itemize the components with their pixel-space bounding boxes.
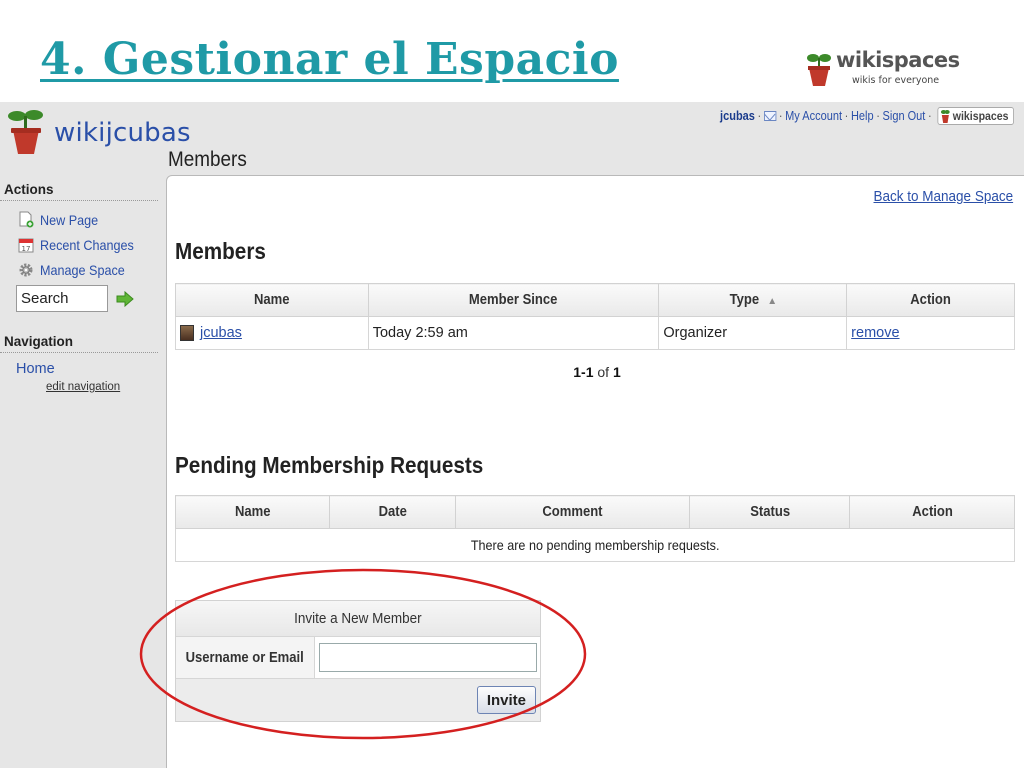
edit-navigation-link[interactable]: edit navigation <box>46 381 160 393</box>
member-name-cell: jcubas <box>175 316 369 350</box>
back-to-manage-space-link[interactable]: Back to Manage Space <box>873 188 1013 205</box>
actions-heading: Actions <box>0 182 158 201</box>
badge-label: wikispaces <box>952 109 1009 123</box>
sign-out-link[interactable]: Sign Out <box>883 109 926 123</box>
table-row: There are no pending membership requests… <box>175 528 1015 562</box>
sidebar-item-manage-space[interactable]: Manage Space <box>18 257 160 282</box>
column-header-name[interactable]: Name <box>175 283 369 317</box>
member-since-cell: Today 2:59 am <box>367 316 660 350</box>
wikispaces-badge[interactable]: wikispaces <box>937 107 1014 125</box>
sort-ascending-icon: ▲ <box>767 296 778 307</box>
plant-pot-icon <box>941 110 951 123</box>
member-name-link[interactable]: jcubas <box>200 325 242 341</box>
sidebar-item-label: Manage Space <box>40 261 125 278</box>
sidebar-search <box>16 285 160 312</box>
logo-name: wikispaces <box>836 48 960 72</box>
username-email-input[interactable] <box>319 643 537 672</box>
username-email-label: Username or Email <box>176 637 315 678</box>
sidebar-item-new-page[interactable]: New Page <box>18 207 160 232</box>
separator: · <box>876 109 881 123</box>
column-header-action[interactable]: Action <box>849 495 1015 529</box>
column-header-action[interactable]: Action <box>846 283 1015 317</box>
logo-tagline: wikis for everyone <box>852 75 940 86</box>
invite-button[interactable]: Invite <box>476 686 536 714</box>
main-panel: Back to Manage Space Members Name Member… <box>166 175 1024 768</box>
column-header-member-since[interactable]: Member Since <box>367 283 660 317</box>
username-link[interactable]: jcubas <box>720 109 755 123</box>
member-type-cell: Organizer <box>658 316 848 350</box>
column-header-date[interactable]: Date <box>328 495 456 529</box>
wiki-screenshot: wikijcubas jcubas · · My Account · Help … <box>0 102 1024 768</box>
member-action-cell: remove <box>846 316 1015 350</box>
new-page-icon <box>19 211 34 228</box>
pager-of: of <box>597 364 610 380</box>
separator: · <box>844 109 849 123</box>
go-arrow-icon[interactable] <box>116 290 134 307</box>
separator: · <box>778 109 783 123</box>
slide-title: 4. Gestionar el Espacio <box>40 34 619 85</box>
sidebar-item-label: New Page <box>40 211 99 228</box>
mail-icon[interactable] <box>764 111 777 121</box>
svg-text:17: 17 <box>22 245 31 253</box>
pagination-summary: 1-1 of 1 <box>167 364 1024 380</box>
members-title: Members <box>175 238 266 264</box>
pager-total: 1 <box>612 364 621 380</box>
sidebar: Actions New Page 17 Recent Changes Manag… <box>0 182 160 393</box>
calendar-icon: 17 <box>18 238 34 253</box>
site-name[interactable]: wikijcubas <box>54 118 191 148</box>
column-header-comment[interactable]: Comment <box>454 495 691 529</box>
nav-home-link[interactable]: Home <box>16 361 160 377</box>
separator: · <box>757 109 762 123</box>
avatar <box>180 325 194 342</box>
sidebar-item-label: Recent Changes <box>40 236 134 253</box>
wikispaces-logo: wikispaces wikis for everyone <box>806 48 966 92</box>
pending-requests-table: Name Date Comment Status Action There ar… <box>175 495 1015 562</box>
column-header-type[interactable]: Type ▲ <box>658 283 848 317</box>
my-account-link[interactable]: My Account <box>785 109 842 123</box>
remove-member-link[interactable]: remove <box>851 325 899 341</box>
page-heading: Members <box>168 148 247 171</box>
table-header-row: Name Date Comment Status Action <box>175 495 1015 529</box>
invite-field-row: Username or Email <box>176 637 540 679</box>
plant-pot-icon <box>807 54 831 86</box>
table-row: jcubas Today 2:59 am Organizer remove <box>175 316 1015 350</box>
navigation-heading: Navigation <box>0 334 158 353</box>
empty-message: There are no pending membership requests… <box>175 528 1015 562</box>
column-header-status[interactable]: Status <box>689 495 851 529</box>
pager-range: 1-1 <box>573 364 594 380</box>
top-user-bar: jcubas · · My Account · Help · Sign Out … <box>720 104 1014 128</box>
column-header-name[interactable]: Name <box>175 495 330 529</box>
members-table: Name Member Since Type ▲ Action jcubas To… <box>175 283 1015 350</box>
separator: · <box>928 109 932 123</box>
gear-icon <box>19 263 33 276</box>
search-input[interactable] <box>16 285 108 312</box>
pending-requests-title: Pending Membership Requests <box>175 452 484 478</box>
invite-heading: Invite a New Member <box>176 601 540 637</box>
invite-member-form: Invite a New Member Username or Email In… <box>175 600 541 722</box>
table-header-row: Name Member Since Type ▲ Action <box>175 283 1015 317</box>
help-link[interactable]: Help <box>851 109 874 123</box>
site-logo-icon[interactable] <box>6 108 46 156</box>
sidebar-item-recent-changes[interactable]: 17 Recent Changes <box>18 232 160 257</box>
